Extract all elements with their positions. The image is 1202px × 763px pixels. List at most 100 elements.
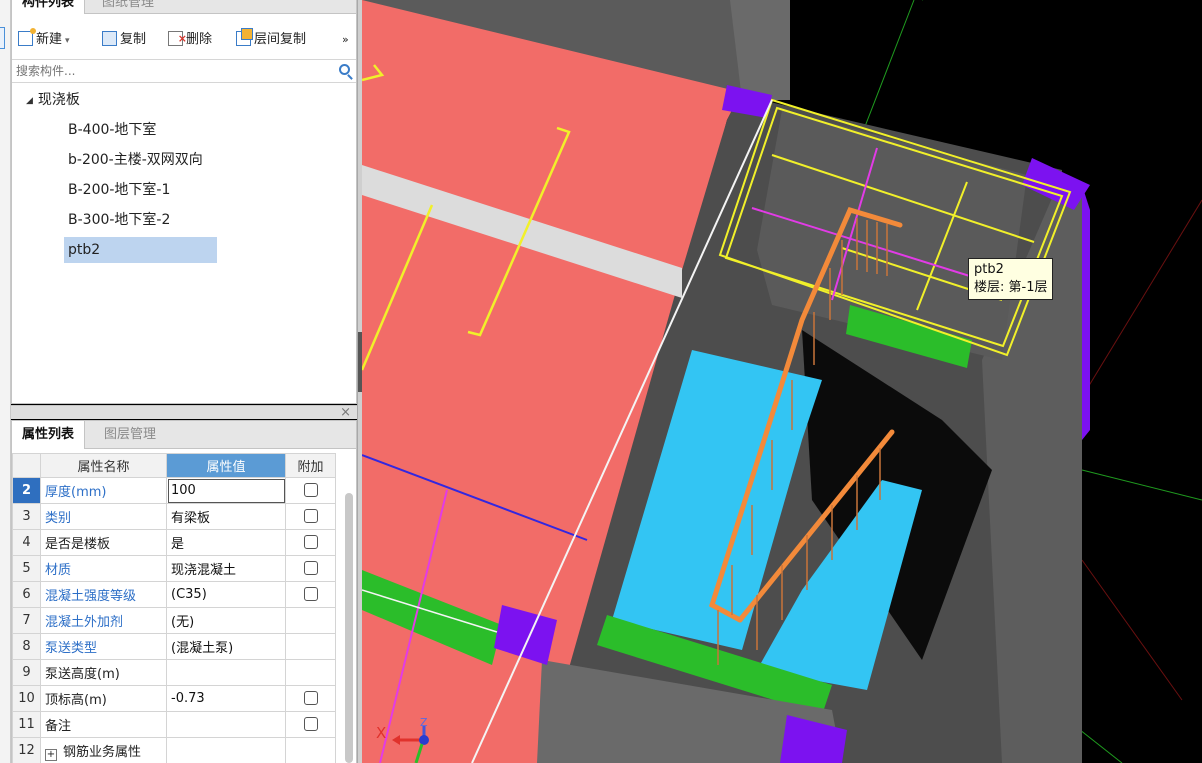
tree-item[interactable]: B-300-地下室-2 — [64, 207, 174, 233]
property-name-text: 顶标高(m) — [45, 693, 107, 708]
tab-layer-management[interactable]: 图层管理 — [94, 421, 166, 449]
property-value[interactable]: -0.73 — [166, 685, 286, 712]
property-row[interactable]: 8 泵送类型 (混凝土泵) — [12, 633, 336, 660]
tree-item[interactable]: B-400-地下室 — [64, 117, 160, 143]
axis-z-label: Z — [420, 716, 428, 729]
property-additional[interactable] — [285, 581, 336, 608]
delete-button[interactable]: 删除 — [168, 27, 212, 52]
property-additional[interactable] — [285, 607, 336, 634]
column-right[interactable] — [1082, 185, 1090, 440]
property-name-text: 是否是楼板 — [45, 537, 111, 552]
search-box — [12, 59, 356, 83]
tab-drawing-management[interactable]: 图纸管理 — [92, 0, 164, 14]
property-name[interactable]: 泵送类型 — [40, 633, 167, 660]
property-row[interactable]: 9 泵送高度(m) — [12, 659, 336, 686]
property-row[interactable]: 7 混凝土外加剂 (无) — [12, 607, 336, 634]
property-additional[interactable] — [285, 633, 336, 660]
property-name[interactable]: 是否是楼板 — [40, 529, 167, 556]
property-row[interactable]: 6 混凝土强度等级 (C35) — [12, 581, 336, 608]
toolbar-overflow-button[interactable]: » — [342, 28, 349, 52]
additional-checkbox[interactable] — [303, 534, 318, 549]
property-name[interactable]: 类别 — [40, 503, 167, 530]
chevron-down-icon[interactable]: ▾ — [65, 36, 70, 46]
property-row[interactable]: 11 备注 — [12, 711, 336, 738]
row-number: 9 — [12, 659, 41, 686]
property-row[interactable]: 4 是否是楼板 是 — [12, 529, 336, 556]
property-value[interactable] — [166, 659, 286, 686]
property-value[interactable]: (混凝土泵) — [166, 633, 286, 660]
property-additional[interactable] — [285, 685, 336, 712]
row-number: 11 — [12, 711, 41, 738]
property-value[interactable]: 现浇混凝土 — [166, 555, 286, 582]
close-icon[interactable]: × — [340, 405, 351, 420]
property-value[interactable] — [166, 737, 286, 763]
property-row[interactable]: 12 + 钢筋业务属性 — [12, 737, 336, 763]
property-name[interactable]: 混凝土强度等级 — [40, 581, 167, 608]
3d-viewport[interactable] — [362, 0, 1202, 763]
grid-line — [1081, 469, 1202, 501]
property-additional[interactable] — [285, 659, 336, 686]
property-row[interactable]: 2 厚度(mm) 100 — [12, 477, 336, 504]
property-scrollbar[interactable] — [345, 493, 353, 763]
property-additional[interactable] — [285, 477, 336, 504]
axis-indicator: X Z — [376, 716, 436, 763]
additional-checkbox[interactable] — [303, 508, 318, 523]
property-row[interactable]: 10 顶标高(m) -0.73 — [12, 685, 336, 712]
row-number: 8 — [12, 633, 41, 660]
expand-plus-icon[interactable]: + — [45, 748, 57, 761]
property-additional[interactable] — [285, 555, 336, 582]
property-value[interactable]: 是 — [166, 529, 286, 556]
tree-group-cast-in-place-slab[interactable]: ◢ 现浇板 — [26, 87, 80, 113]
additional-checkbox[interactable] — [303, 716, 318, 731]
additional-checkbox[interactable] — [303, 690, 318, 705]
tree-item[interactable]: b-200-主楼-双网双向 — [64, 147, 207, 173]
property-name[interactable]: 混凝土外加剂 — [40, 607, 167, 634]
property-name[interactable]: 泵送高度(m) — [40, 659, 167, 686]
floor-copy-button[interactable]: 层间复制 — [236, 28, 306, 52]
property-name[interactable]: 备注 — [40, 711, 167, 738]
component-toolbar: 新建▾ 复制 删除 层间复制 » — [12, 27, 356, 52]
property-name-text: 混凝土外加剂 — [45, 615, 124, 630]
collapsed-panel-tab[interactable] — [0, 27, 5, 49]
component-tabs: 构件列表 图纸管理 — [12, 0, 356, 14]
panel-splitter[interactable]: × — [11, 405, 357, 420]
property-row[interactable]: 3 类别 有梁板 — [12, 503, 336, 530]
3d-scene[interactable] — [362, 0, 1202, 763]
property-list-panel: 属性列表 图层管理 属性名称 属性值 附加 2 厚度(mm) 100 3 类别 有梁板 4 是… — [11, 420, 357, 763]
new-button[interactable]: 新建 ▾ — [18, 28, 70, 52]
search-input[interactable] — [12, 60, 332, 82]
tree-item[interactable]: B-200-地下室-1 — [64, 177, 174, 203]
property-name-text: 厚度(mm) — [45, 485, 107, 500]
additional-checkbox[interactable] — [303, 586, 318, 601]
property-value[interactable]: 有梁板 — [166, 503, 286, 530]
tree-item-selected[interactable]: ptb2 — [64, 237, 217, 263]
property-name[interactable]: + 钢筋业务属性 — [40, 737, 167, 763]
property-name[interactable]: 厚度(mm) — [40, 477, 167, 504]
property-row[interactable]: 5 材质 现浇混凝土 — [12, 555, 336, 582]
column-header-name[interactable]: 属性名称 — [40, 453, 167, 478]
additional-checkbox[interactable] — [303, 560, 318, 575]
component-list-panel: 构件列表 图纸管理 新建▾ 复制 删除 层间复制 » ◢现浇板 B-400-地下… — [11, 0, 357, 404]
property-value[interactable]: (无) — [166, 607, 286, 634]
property-value[interactable] — [166, 711, 286, 738]
axis-x-arrowhead — [392, 735, 400, 745]
property-additional[interactable] — [285, 711, 336, 738]
property-name[interactable]: 材质 — [40, 555, 167, 582]
property-name[interactable]: 顶标高(m) — [40, 685, 167, 712]
property-additional[interactable] — [285, 503, 336, 530]
property-name-text: 类别 — [45, 511, 72, 526]
property-additional[interactable] — [285, 737, 336, 763]
property-value[interactable]: (C35) — [166, 581, 286, 608]
column-header-value[interactable]: 属性值 — [166, 453, 286, 478]
property-additional[interactable] — [285, 529, 336, 556]
additional-checkbox[interactable] — [303, 482, 318, 497]
collapse-triangle-icon[interactable]: ◢ — [26, 96, 33, 106]
property-table-header: 属性名称 属性值 附加 — [12, 453, 336, 478]
property-value[interactable]: 100 — [166, 477, 286, 504]
column-header-additional[interactable]: 附加 — [285, 453, 336, 478]
copy-button[interactable]: 复制 — [102, 28, 146, 52]
tab-property-list[interactable]: 属性列表 — [12, 421, 86, 449]
row-number: 5 — [12, 555, 41, 582]
search-icon[interactable] — [339, 64, 350, 75]
tab-component-list[interactable]: 构件列表 — [12, 0, 86, 14]
